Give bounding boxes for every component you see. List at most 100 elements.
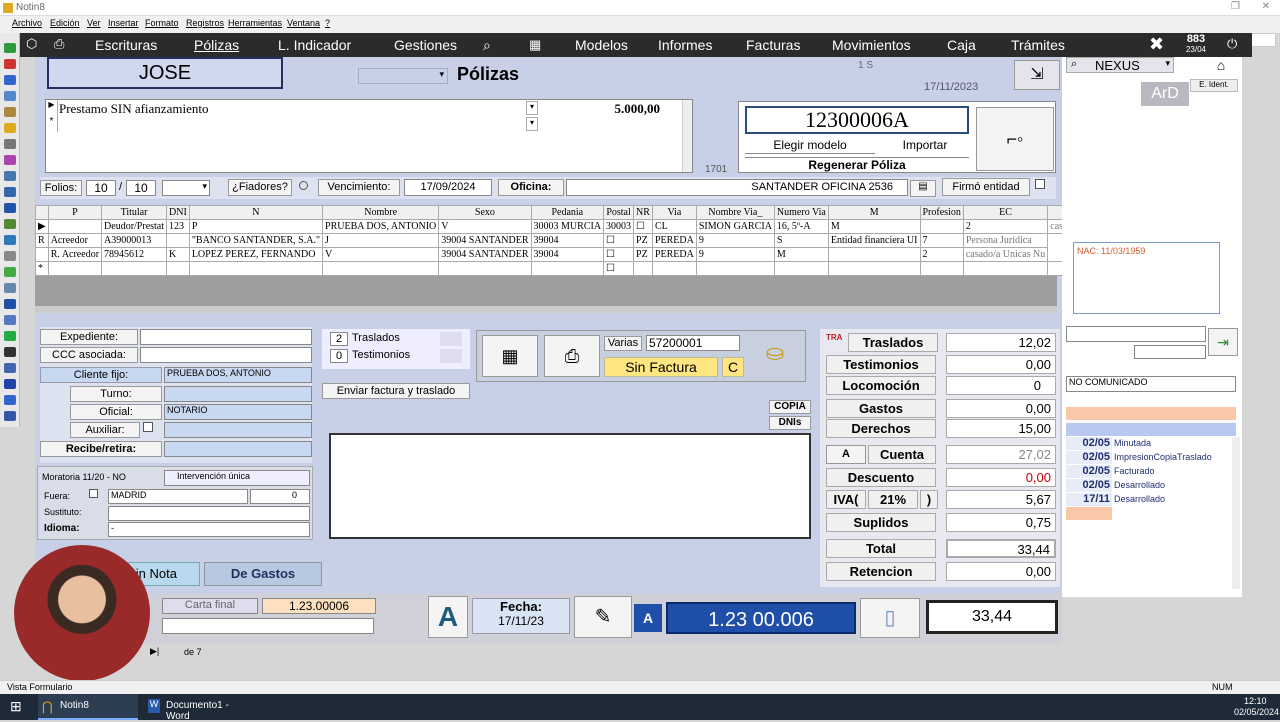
poliza-number[interactable]: 12300006A — [745, 106, 969, 134]
nav-l-indicador[interactable]: L. Indicador — [278, 37, 351, 53]
right-select-2[interactable] — [1134, 345, 1206, 359]
vencimiento-input[interactable]: 17/09/2024 — [404, 179, 492, 196]
export-icon[interactable]: ⇥ — [1208, 328, 1238, 356]
cell[interactable]: R. Acreedor — [47, 247, 103, 262]
cell[interactable]: PZ — [633, 233, 653, 248]
testimonios-count[interactable]: 0 — [330, 349, 348, 363]
home-icon[interactable]: ⌂ — [1210, 57, 1232, 73]
cell[interactable]: 2 — [962, 219, 1049, 234]
de-gastos-button[interactable]: De Gastos — [204, 562, 322, 586]
folios-b-input[interactable]: 10 — [126, 180, 156, 196]
tool-icon[interactable] — [4, 59, 16, 69]
calculator-icon[interactable]: ▦ — [482, 335, 538, 377]
folios-dropdown[interactable]: ▾ — [162, 180, 210, 196]
cell[interactable]: SIMON GARCIA — [695, 219, 775, 234]
row-selector-icon[interactable]: ▶ — [46, 100, 58, 116]
tool-icon[interactable] — [4, 251, 16, 261]
table-row[interactable]: ▶ Deudor/Prestat 123 P PRUEBA DOS, ANTONIO V… — [35, 219, 1133, 234]
tool-icon[interactable] — [4, 219, 16, 229]
right-select-1[interactable] — [1066, 326, 1206, 342]
cell[interactable]: Acreedor — [47, 233, 103, 248]
cell[interactable]: K — [166, 247, 190, 262]
testimonios-total-value[interactable]: 0,00 — [946, 355, 1056, 374]
elegir-modelo-button[interactable]: Elegir modelo — [745, 138, 875, 154]
cell[interactable]: PEREDA — [651, 247, 697, 262]
nav-modelos[interactable]: Modelos — [575, 37, 628, 53]
varias-button[interactable]: Varias — [604, 336, 642, 351]
tool-icon[interactable] — [4, 75, 16, 85]
menu-edicion[interactable]: Edición — [50, 18, 80, 28]
stamp-icon[interactable]: ⎙ — [54, 36, 64, 52]
sign-pen-icon[interactable]: ✎ — [574, 596, 632, 638]
nav-gestiones[interactable]: Gestiones — [394, 37, 457, 53]
cell[interactable]: V — [322, 247, 440, 262]
printer-icon[interactable]: ⎙ — [544, 335, 600, 377]
loan-description[interactable]: Prestamo SIN afianzamiento — [59, 101, 208, 117]
gastos-value[interactable]: 0,00 — [946, 399, 1056, 418]
cell[interactable]: 7 — [919, 233, 964, 248]
tool-icon[interactable] — [4, 91, 16, 101]
cell[interactable]: Deudor/Prestat — [101, 219, 168, 234]
menu-formato[interactable]: Formato — [145, 18, 179, 28]
comunicado-select[interactable]: NO COMUNICADO — [1066, 376, 1236, 392]
idioma-select[interactable]: - — [108, 522, 310, 537]
c-button[interactable]: C — [722, 357, 744, 377]
tool-icon[interactable] — [4, 395, 16, 405]
cell[interactable]: S — [773, 233, 829, 248]
nexus-select[interactable]: ⌕ NEXUS ▾ — [1066, 57, 1174, 73]
carta-final-select[interactable]: Carta final — [162, 598, 258, 614]
cell[interactable]: LOPEZ PEREZ, FERNANDO — [188, 247, 324, 262]
descuento-value[interactable]: 0,00 — [946, 468, 1056, 487]
nav-informes[interactable]: Informes — [658, 37, 712, 53]
reference-select[interactable]: 1.23.00006 — [262, 598, 376, 614]
cuenta-select[interactable]: 57200001 — [646, 335, 740, 351]
menu-registros[interactable]: Registros — [186, 18, 224, 28]
traslados-total-value[interactable]: 12,02 — [946, 333, 1056, 352]
tool-icon[interactable] — [4, 315, 16, 325]
e-ident-button[interactable]: E. Ident. — [1190, 79, 1238, 92]
cell[interactable]: 39004 — [530, 247, 605, 262]
tool-icon[interactable] — [4, 347, 16, 357]
turno-select[interactable] — [164, 386, 312, 402]
auxiliar-checkbox[interactable] — [143, 422, 153, 432]
tool-icon[interactable] — [4, 235, 16, 245]
firmo-entidad-checkbox[interactable] — [1035, 179, 1045, 189]
expediente-input[interactable] — [140, 329, 312, 345]
fiadores-button[interactable]: ¿Fiadores? — [228, 179, 292, 196]
iva-percent[interactable]: 21% — [868, 490, 918, 509]
table-row[interactable]: R. Acreedor 78945612 K LOPEZ PEREZ, FERNAND… — [35, 247, 1133, 262]
cell[interactable] — [919, 219, 964, 234]
importar-button[interactable]: Importar — [880, 138, 970, 154]
cell[interactable]: "BANCO SANTANDER, S.A." — [188, 233, 324, 248]
taskbar-app-notin[interactable]: ⋂ Notin8 — [38, 694, 138, 720]
x-logo-icon[interactable]: ✖ — [1149, 34, 1164, 55]
coins-icon[interactable]: ⛀ — [752, 340, 798, 374]
windows-start-icon[interactable]: ⊞ — [10, 698, 22, 715]
glasses-icon[interactable]: ⌐◦ — [976, 107, 1054, 171]
tool-icon[interactable] — [4, 331, 16, 341]
nav-tramites[interactable]: Trámites — [1011, 37, 1065, 53]
fuera-number[interactable]: 0 — [250, 489, 310, 504]
tool-icon[interactable] — [4, 203, 16, 213]
locomocion-value[interactable]: 0 — [946, 376, 1056, 395]
tool-icon[interactable] — [4, 139, 16, 149]
nr-checkbox[interactable]: ☐ — [603, 233, 635, 248]
nr-checkbox[interactable]: ☐ — [633, 219, 653, 234]
search-icon[interactable]: ⌕ — [483, 37, 491, 54]
cell[interactable]: 30003 MURCIA — [530, 219, 605, 234]
loan-scrollbar[interactable] — [682, 100, 692, 172]
cell[interactable]: PRUEBA DOS, ANTONIO — [322, 219, 440, 234]
cell[interactable] — [35, 247, 49, 262]
calendar-icon[interactable]: ▦ — [529, 37, 541, 53]
menu-help[interactable]: ? — [325, 18, 330, 28]
cell[interactable]: 9 — [695, 247, 775, 262]
notes-area[interactable] — [329, 433, 811, 539]
restore-icon[interactable]: ❐ — [1231, 1, 1240, 12]
nav-polizas[interactable]: Pólizas — [194, 37, 239, 53]
menu-insertar[interactable]: Insertar — [108, 18, 139, 28]
tool-icon[interactable] — [4, 155, 16, 165]
dnis-button[interactable]: DNIs — [769, 416, 811, 430]
cell[interactable]: Persona Jurídica — [962, 233, 1049, 248]
tool-icon[interactable] — [4, 123, 16, 133]
loan-dropdown-icon[interactable]: ▾ — [526, 101, 538, 115]
